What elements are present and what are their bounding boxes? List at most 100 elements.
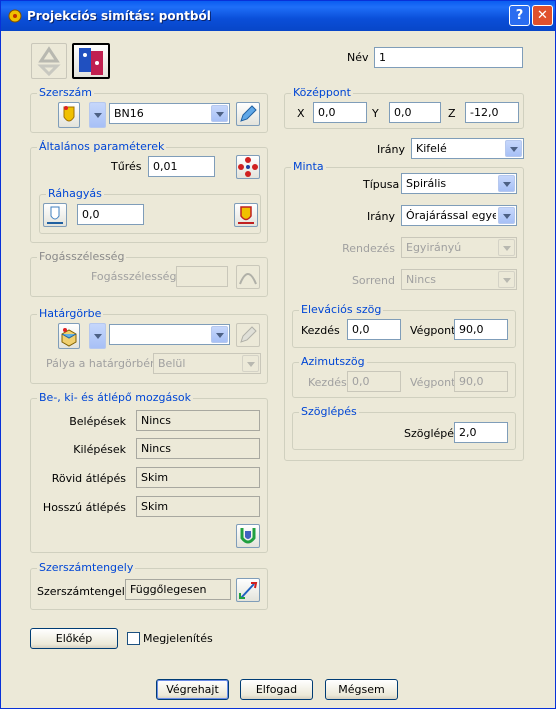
short-link-field: Skim: [136, 467, 260, 488]
direction-label: Irány: [377, 143, 405, 156]
boundary-type-icon[interactable]: [58, 323, 80, 349]
chevron-down-icon: [498, 175, 515, 192]
angular-step-label: Szöglépés: [404, 427, 460, 440]
chevron-down-icon: [211, 105, 228, 122]
execute-button[interactable]: Végrehajt: [156, 679, 229, 700]
edit-tool-icon[interactable]: [236, 102, 260, 126]
cancel-button[interactable]: Mégsem: [325, 679, 398, 700]
chevron-down-icon: [498, 271, 515, 288]
pattern-direction-label: Irány: [367, 210, 395, 223]
leads-out-field: Nincs: [136, 438, 260, 459]
leads-in-label: Belépések: [69, 415, 126, 428]
tool-axis-group: Szerszámtengely Szerszámtengely Függőleg…: [30, 561, 268, 610]
elevation-start-field[interactable]: 0,0: [347, 319, 401, 340]
azimuth-end-field[interactable]: 90,0: [454, 371, 508, 392]
allowance-type-icon[interactable]: [43, 203, 67, 227]
elevation-start-label: Kezdés: [301, 324, 340, 337]
leads-links-edit-icon[interactable]: [236, 524, 260, 548]
tool-axis-edit-icon[interactable]: [236, 578, 260, 602]
show-label: Megjelenítés: [143, 632, 213, 645]
elevation-end-field[interactable]: 90,0: [454, 319, 508, 340]
angular-step-group: Szöglépés Szöglépés 2,0: [292, 405, 516, 450]
ordering-label: Rendezés: [342, 242, 395, 255]
show-checkbox[interactable]: [127, 632, 140, 645]
x-label: X: [297, 107, 305, 120]
edit-boundary-icon[interactable]: [236, 323, 260, 347]
angular-step-field[interactable]: 2,0: [454, 422, 508, 443]
pattern-legend: Minta: [291, 160, 326, 173]
elevation-legend: Elevációs szög: [299, 303, 384, 316]
help-button[interactable]: ?: [509, 5, 530, 26]
tool-axis-field: Függőlegesen: [125, 579, 231, 600]
center-y-field[interactable]: 0,0: [389, 102, 441, 123]
tool-type-icon[interactable]: [58, 102, 80, 128]
chevron-down-icon: [505, 140, 522, 157]
tool-select-value: BN16: [114, 107, 144, 120]
boundary-path-label: Pálya a határgörbén: [46, 357, 157, 370]
tolerance-label: Tűrés: [111, 160, 142, 173]
stepover-label: Fogásszélesség: [91, 270, 177, 283]
close-button[interactable]: ✕: [532, 5, 553, 26]
center-z-field[interactable]: -12,0: [465, 102, 519, 123]
tolerance-field[interactable]: 0,01: [148, 156, 215, 177]
chevron-down-icon: [242, 355, 259, 372]
recycle-icon[interactable]: [31, 43, 67, 79]
tool-axis-label: Szerszámtengely: [37, 585, 132, 598]
azimuth-group: Azimutszög Kezdés 0,0 Végpont 90,0: [292, 355, 516, 398]
preview-button[interactable]: Előkép: [30, 628, 118, 649]
center-group: Középpont X 0,0 Y 0,0 Z -12,0: [284, 86, 524, 129]
app-icon: [7, 8, 23, 24]
chevron-down-icon: [211, 326, 228, 343]
allowance-field[interactable]: 0,0: [77, 204, 144, 225]
direction-select[interactable]: Kifelé: [411, 138, 524, 159]
tool-select[interactable]: BN16: [109, 103, 230, 124]
azimuth-end-label: Végpont: [410, 376, 456, 389]
boundary-group: Határgörbe Pálya a határgörbén Belül: [30, 307, 268, 384]
chevron-down-icon: [498, 207, 515, 224]
leads-links-group: Be-, ki- és átlépő mozgások Belépések Ni…: [30, 391, 268, 553]
azimuth-start-label: Kezdés: [308, 376, 347, 389]
leads-out-label: Kilépések: [73, 443, 126, 456]
name-field[interactable]: 1: [374, 47, 523, 68]
y-label: Y: [372, 107, 379, 120]
pattern-direction-value: Órajárással egyező: [406, 209, 496, 222]
z-label: Z: [448, 107, 456, 120]
name-label: Név: [347, 51, 369, 64]
stepover-options-icon[interactable]: [236, 265, 260, 289]
tool-legend: Szerszám: [37, 86, 95, 99]
pattern-direction-select[interactable]: Órajárással egyező: [401, 205, 517, 226]
dialog-window: Projekciós simítás: pontból ? ✕ Név 1 Sz…: [0, 0, 556, 709]
leads-in-field: Nincs: [136, 410, 260, 431]
tool-type-dropdown[interactable]: [89, 102, 106, 128]
direction-value: Kifelé: [416, 142, 447, 155]
long-link-field: Skim: [136, 496, 260, 517]
long-link-label: Hosszú átlépés: [42, 501, 126, 514]
stepover-legend: Fogásszélesség: [37, 250, 127, 263]
toolpath-icon[interactable]: [72, 43, 110, 79]
general-params-group: Általános paraméterek Tűrés 0,01 Ráhagyá…: [30, 140, 268, 243]
sequence-label: Sorrend: [351, 274, 395, 287]
boundary-select[interactable]: [109, 324, 230, 345]
allowance-legend: Ráhagyás: [46, 187, 104, 200]
tool-group: Szerszám BN16: [30, 86, 268, 133]
accept-button[interactable]: Elfogad: [240, 679, 313, 700]
center-legend: Középpont: [291, 86, 353, 99]
elevation-end-label: Végpont: [410, 324, 456, 337]
boundary-type-dropdown[interactable]: [89, 323, 106, 349]
allowance-options-icon[interactable]: [234, 203, 258, 227]
tolerance-options-icon[interactable]: [236, 155, 260, 179]
allowance-group: Ráhagyás 0,0: [39, 187, 261, 234]
azimuth-start-field[interactable]: 0,0: [347, 371, 401, 392]
tool-axis-legend: Szerszámtengely: [37, 561, 136, 574]
pattern-type-label: Típusa: [363, 178, 400, 191]
stepover-group: Fogásszélesség Fogásszélesség: [30, 250, 268, 297]
pattern-type-select[interactable]: Spirális: [401, 173, 517, 194]
center-x-field[interactable]: 0,0: [313, 102, 367, 123]
stepover-field[interactable]: [176, 266, 228, 287]
boundary-path-select[interactable]: Belül: [153, 353, 261, 374]
short-link-label: Rövid átlépés: [51, 472, 126, 485]
sequence-select[interactable]: Nincs: [401, 269, 517, 290]
ordering-value: Egyirányú: [406, 241, 462, 254]
elevation-group: Elevációs szög Kezdés 0,0 Végpont 90,0: [292, 303, 516, 348]
ordering-select[interactable]: Egyirányú: [401, 237, 517, 258]
